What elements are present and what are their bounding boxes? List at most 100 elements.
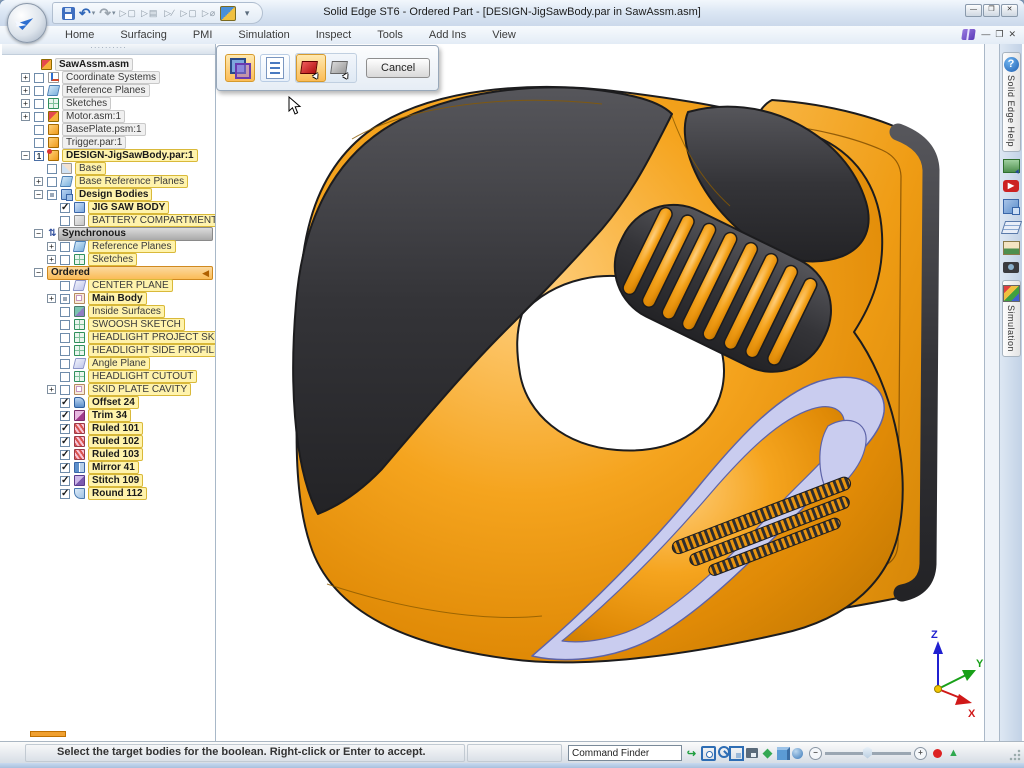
tree-item-label[interactable]: Motor.asm:1 — [62, 110, 125, 123]
maximize-view-icon[interactable]: ▲ — [946, 746, 961, 761]
tree-item-ruled-102[interactable]: Ruled 102 — [2, 435, 215, 448]
fit-icon[interactable] — [729, 746, 744, 761]
tree-item-label[interactable]: Inside Surfaces — [88, 305, 165, 318]
pan-icon[interactable] — [746, 748, 758, 758]
tree-item-label[interactable]: Design Bodies — [75, 188, 152, 201]
collapse-arrow-icon[interactable]: ◀ — [202, 268, 209, 278]
tree-item-label[interactable]: Coordinate Systems — [62, 71, 160, 84]
tree-item-trigger-par-1[interactable]: Trigger.par:1 — [2, 136, 215, 149]
tree-item-label[interactable]: CENTER PLANE — [88, 279, 173, 292]
tree-item-offset-24[interactable]: Offset 24 — [2, 396, 215, 409]
checkbox-unchecked[interactable] — [60, 307, 70, 317]
tree-item-sketches[interactable]: +Sketches — [2, 253, 215, 266]
expander-plus-icon[interactable]: + — [47, 294, 56, 303]
tab-tools[interactable]: Tools — [364, 26, 416, 44]
named-views-icon[interactable] — [777, 747, 790, 760]
tree-item-center-plane[interactable]: CENTER PLANE — [2, 279, 215, 292]
tree-item-label[interactable]: Ruled 101 — [88, 422, 143, 435]
tree-item-label[interactable]: Round 112 — [88, 487, 147, 500]
tree-item-synchronous[interactable]: −⇅Synchronous — [2, 227, 215, 240]
checkbox-unchecked[interactable] — [34, 112, 44, 122]
checkbox-unchecked[interactable] — [47, 177, 57, 187]
view-styles-icon[interactable] — [792, 748, 803, 759]
checkbox-unchecked[interactable] — [60, 255, 70, 265]
layers-icon[interactable] — [1000, 221, 1021, 234]
tree-item-reference-planes[interactable]: + Reference Planes — [2, 84, 215, 97]
expander-plus-icon[interactable]: + — [21, 86, 30, 95]
expander-minus-icon[interactable]: − — [34, 229, 43, 238]
camera-icon[interactable] — [1003, 262, 1019, 273]
tree-item-jig-saw-body[interactable]: JIG SAW BODY — [2, 201, 215, 214]
tree-item-inside-surfaces[interactable]: Inside Surfaces — [2, 305, 215, 318]
tree-item-label[interactable]: Sketches — [62, 97, 111, 110]
tree-item-label[interactable]: SKID PLATE CAVITY — [88, 383, 191, 396]
parts-library-icon[interactable] — [1003, 199, 1019, 214]
tree-item-label[interactable]: Reference Planes — [88, 240, 176, 253]
tab-pmi[interactable]: PMI — [180, 26, 226, 44]
tree-item-label[interactable]: Stitch 109 — [88, 474, 143, 487]
expander-plus-icon[interactable]: + — [21, 73, 30, 82]
maximize-button[interactable]: ❐ — [983, 4, 1000, 17]
tree-item-label[interactable]: Sketches — [88, 253, 137, 266]
tree-item-swoosh-sketch[interactable]: SWOOSH SKETCH — [2, 318, 215, 331]
tree-item-reference-planes[interactable]: + Reference Planes — [2, 240, 215, 253]
tree-item-headlight-project-sketch[interactable]: HEADLIGHT PROJECT SKETCH — [2, 331, 215, 344]
tree-item-label[interactable]: Base — [75, 162, 106, 175]
tree-item-design-bodies[interactable]: − Design Bodies — [2, 188, 215, 201]
checkbox-checked[interactable] — [60, 424, 70, 434]
tab-add-ins[interactable]: Add Ins — [416, 26, 479, 44]
cancel-button[interactable]: Cancel — [366, 58, 430, 78]
tree-item-label[interactable]: SawAssm.asm — [55, 58, 133, 71]
tree-item-coordinate-systems[interactable]: + Coordinate Systems — [2, 71, 215, 84]
tree-item-stitch-109[interactable]: Stitch 109 — [2, 474, 215, 487]
image-gallery-icon[interactable] — [1003, 241, 1020, 255]
command-finder-input[interactable] — [568, 745, 682, 761]
learning-tool-icon[interactable] — [1003, 159, 1020, 173]
tree-item-label[interactable]: BATTERY COMPARTMENT — [88, 214, 216, 227]
checkbox-unchecked[interactable] — [60, 320, 70, 330]
tree-item-round-112[interactable]: Round 112 — [2, 487, 215, 500]
tree-item-label[interactable]: Trim 34 — [88, 409, 131, 422]
tree-item-main-body[interactable]: +Main Body — [2, 292, 215, 305]
checkbox-checked[interactable] — [60, 437, 70, 447]
checkbox-unchecked[interactable] — [60, 385, 70, 395]
tree-item-label[interactable]: Reference Planes — [62, 84, 150, 97]
tree-item-label[interactable]: DESIGN-JigSawBody.par:1 — [62, 149, 198, 162]
checkbox-unchecked[interactable] — [34, 73, 44, 83]
expander-plus-icon[interactable]: + — [21, 99, 30, 108]
select-target-step-button[interactable] — [296, 54, 326, 82]
application-menu-button[interactable] — [7, 3, 47, 43]
tree-item-motor-asm-1[interactable]: +Motor.asm:1 — [2, 110, 215, 123]
tree-item-label[interactable]: Ruled 103 — [88, 448, 143, 461]
record-icon[interactable] — [933, 749, 942, 758]
checkbox-checked[interactable] — [60, 398, 70, 408]
tree-item-headlight-cutout[interactable]: HEADLIGHT CUTOUT — [2, 370, 215, 383]
solid-edge-help-tab[interactable]: ?Solid Edge Help — [1002, 52, 1021, 152]
tree-item-baseplate-psm-1[interactable]: BasePlate.psm:1 — [2, 123, 215, 136]
tree-item-ruled-103[interactable]: Ruled 103 — [2, 448, 215, 461]
tab-simulation[interactable]: Simulation — [225, 26, 302, 44]
tree-item-skid-plate-cavity[interactable]: +SKID PLATE CAVITY — [2, 383, 215, 396]
tree-item-label[interactable]: HEADLIGHT PROJECT SKETCH — [88, 331, 216, 344]
checkbox-checked[interactable] — [60, 476, 70, 486]
zoom-slider[interactable]: − + — [809, 747, 927, 760]
expander-minus-icon[interactable]: − — [34, 190, 43, 199]
help-library-icon[interactable] — [962, 29, 977, 40]
tab-surfacing[interactable]: Surfacing — [107, 26, 179, 44]
tree-item-label[interactable]: JIG SAW BODY — [88, 201, 169, 214]
ordered-section-header[interactable]: Ordered◀ — [47, 266, 213, 280]
tree-item-ruled-101[interactable]: Ruled 101 — [2, 422, 215, 435]
tree-item-design-jigsawbody-par-1[interactable]: −1DESIGN-JigSawBody.par:1 — [2, 149, 215, 162]
tree-item-label[interactable]: Offset 24 — [88, 396, 139, 409]
checkbox-unchecked[interactable] — [60, 333, 70, 343]
tree-item-label[interactable]: SWOOSH SKETCH — [88, 318, 185, 331]
tree-item-label[interactable]: Ruled 102 — [88, 435, 143, 448]
zoom-out-button[interactable]: − — [809, 747, 822, 760]
checkbox-unchecked[interactable] — [34, 86, 44, 96]
checkbox-unchecked[interactable] — [60, 359, 70, 369]
tree-item-label[interactable]: Base Reference Planes — [75, 175, 188, 188]
expander-plus-icon[interactable]: + — [47, 242, 56, 251]
simulation-tab[interactable]: Simulation — [1002, 280, 1021, 357]
3d-viewport[interactable]: Z Y X — [216, 44, 986, 741]
checkbox-checked[interactable] — [60, 489, 70, 499]
